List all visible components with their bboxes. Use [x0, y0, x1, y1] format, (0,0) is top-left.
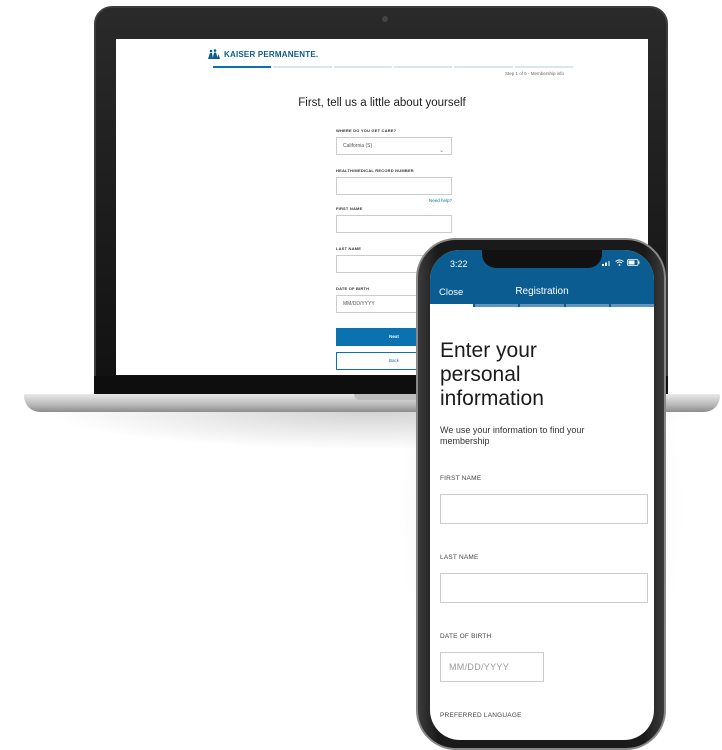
mobile-dob-label: DATE OF BIRTH	[440, 633, 492, 640]
chevron-down-icon: ⌄	[438, 148, 444, 154]
record-number-input[interactable]	[336, 177, 452, 195]
mobile-heading: Enter your personal information	[440, 339, 544, 410]
battery-icon	[627, 259, 640, 266]
mobile-last-name-input[interactable]	[440, 573, 648, 603]
phone-screen: 3:22 Close Registration Enter your perso…	[430, 250, 654, 740]
kp-header: KAISER PERMANENTE.	[208, 49, 318, 59]
laptop-camera	[382, 16, 388, 22]
record-number-label: HEALTH/MEDICAL RECORD NUMBER	[336, 168, 414, 173]
status-time: 3:22	[450, 259, 468, 269]
mobile-first-name-input[interactable]	[440, 494, 648, 524]
status-icons	[602, 259, 640, 266]
wifi-icon	[615, 259, 624, 266]
care-region-label: WHERE DO YOU GET CARE?	[336, 128, 397, 133]
care-region-value: California (S)	[343, 143, 373, 149]
phone-content: Enter your personal information We use y…	[430, 339, 654, 719]
care-region-select[interactable]: California (S) ⌄	[336, 137, 452, 155]
web-first-name-input[interactable]	[336, 215, 452, 233]
mobile-dob-placeholder: MM/DD/YYYY	[449, 662, 510, 672]
mobile-progress-bar	[430, 304, 654, 307]
registration-title: Registration	[515, 286, 569, 297]
mobile-first-name-label: FIRST NAME	[440, 475, 482, 482]
mobile-subtext: We use your information to find your mem…	[440, 425, 585, 446]
mobile-language-label: PREFERRED LANGUAGE	[440, 712, 522, 719]
kaiser-logo-text: KAISER PERMANENTE.	[224, 49, 319, 59]
kaiser-logo-icon	[208, 49, 220, 59]
phone-notch	[482, 250, 602, 268]
web-dob-placeholder: MM/DD/YYYY	[343, 301, 375, 307]
mobile-dob-input[interactable]: MM/DD/YYYY	[440, 652, 544, 682]
web-progress-bar	[213, 66, 573, 68]
phone-header: 3:22 Close Registration	[430, 250, 654, 307]
web-first-name-label: FIRST NAME	[336, 206, 363, 211]
web-page-title: First, tell us a little about yourself	[298, 97, 466, 109]
mobile-last-name-label: LAST NAME	[440, 554, 479, 561]
web-step-indicator: Step 1 of 6 - Membership info	[504, 71, 564, 76]
need-help-link[interactable]: Need help?	[336, 198, 452, 203]
signal-icon	[602, 261, 610, 266]
